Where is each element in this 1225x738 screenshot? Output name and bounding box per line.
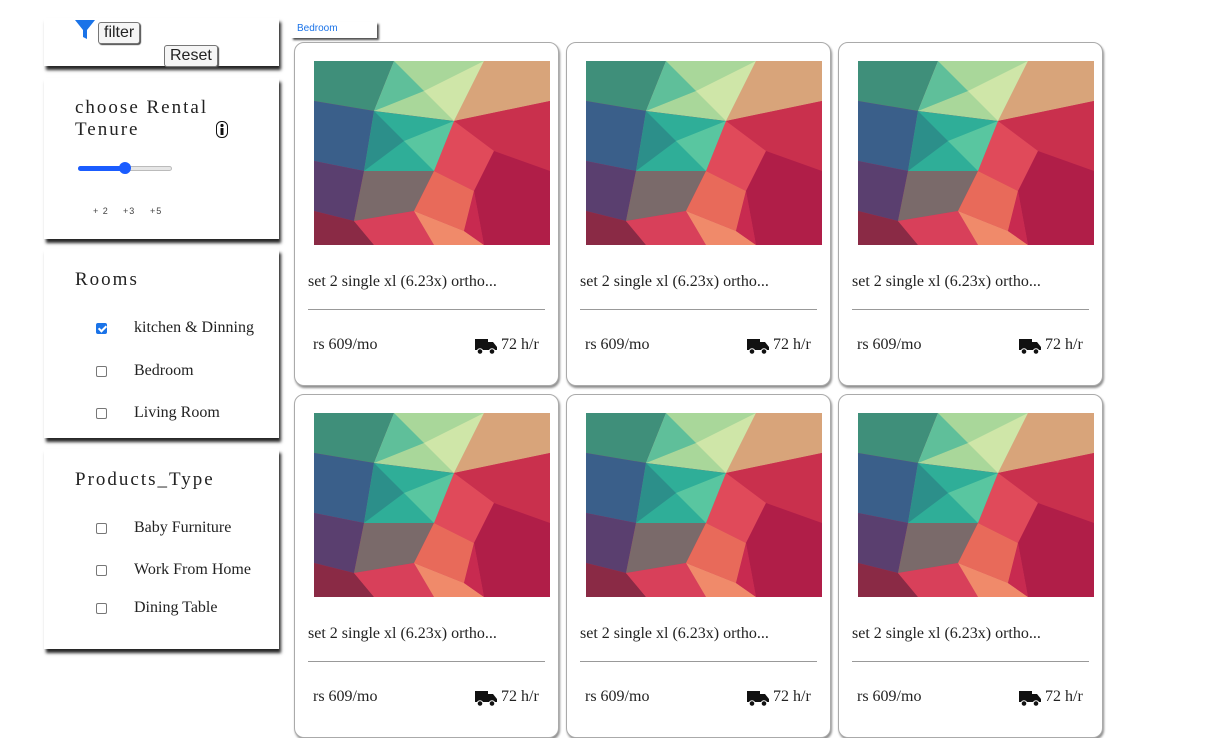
rooms-panel: Rooms kitchen & Dinning Bedroom Living R… [44, 249, 279, 438]
product-card[interactable]: set 2 single xl (6.23x) ortho... rs 609/… [294, 42, 559, 386]
slider-thumb[interactable] [119, 162, 131, 174]
product-price: rs 609/mo [585, 688, 650, 705]
truck-icon [747, 337, 769, 360]
product-price: rs 609/mo [857, 688, 922, 705]
divider [580, 661, 817, 662]
product-price: rs 609/mo [313, 688, 378, 705]
product-option-label: Dining Table [134, 599, 218, 616]
room-option-label: Living Room [134, 404, 220, 421]
products-type-title: Products_Type [75, 469, 215, 490]
info-icon[interactable] [216, 121, 228, 143]
product-option-work-from-home[interactable]: Work From Home [96, 561, 251, 579]
product-card[interactable]: set 2 single xl (6.23x) ortho... rs 609/… [294, 394, 559, 738]
divider [852, 309, 1089, 310]
product-title[interactable]: set 2 single xl (6.23x) ortho... [308, 273, 497, 291]
delivery-time: 72 h/r [1045, 688, 1083, 705]
tick-label: +5 [150, 206, 163, 216]
product-card[interactable]: set 2 single xl (6.23x) ortho... rs 609/… [838, 42, 1103, 386]
product-title[interactable]: set 2 single xl (6.23x) ortho... [580, 625, 769, 643]
product-option-baby-furniture[interactable]: Baby Furniture [96, 519, 231, 537]
funnel-icon[interactable] [75, 20, 95, 45]
truck-icon [1019, 337, 1041, 360]
product-title[interactable]: set 2 single xl (6.23x) ortho... [308, 625, 497, 643]
product-title[interactable]: set 2 single xl (6.23x) ortho... [852, 273, 1041, 291]
product-image[interactable] [858, 61, 1094, 245]
product-option-dining-table[interactable]: Dining Table [96, 599, 217, 617]
truck-icon [475, 337, 497, 360]
checkbox[interactable] [96, 602, 107, 614]
truck-icon [475, 689, 497, 712]
checkbox[interactable] [96, 564, 107, 576]
divider [580, 309, 817, 310]
truck-icon [1019, 689, 1041, 712]
delivery-time: 72 h/r [1045, 336, 1083, 353]
room-option-kitchen[interactable]: kitchen & Dinning [96, 319, 254, 337]
products-type-panel: Products_Type Baby Furniture Work From H… [44, 449, 279, 649]
tenure-title-line2: Tenure [75, 119, 140, 140]
product-image[interactable] [586, 413, 822, 597]
divider [308, 661, 545, 662]
product-image[interactable] [858, 413, 1094, 597]
tick-label: + 2 [93, 206, 109, 216]
tenure-title-line1: choose Rental [75, 97, 209, 118]
product-image[interactable] [586, 61, 822, 245]
truck-icon [747, 689, 769, 712]
checkbox[interactable] [96, 522, 107, 534]
checkbox[interactable] [96, 365, 107, 377]
product-image[interactable] [314, 413, 550, 597]
room-option-label: kitchen & Dinning [134, 319, 254, 336]
reset-button[interactable]: Reset [164, 45, 218, 67]
product-card[interactable]: set 2 single xl (6.23x) ortho... rs 609/… [838, 394, 1103, 738]
product-price: rs 609/mo [313, 336, 378, 353]
room-option-bedroom[interactable]: Bedroom [96, 362, 194, 380]
delivery-time: 72 h/r [773, 336, 811, 353]
product-card[interactable]: set 2 single xl (6.23x) ortho... rs 609/… [566, 42, 831, 386]
product-title[interactable]: set 2 single xl (6.23x) ortho... [580, 273, 769, 291]
divider [852, 661, 1089, 662]
product-price: rs 609/mo [585, 336, 650, 353]
room-option-label: Bedroom [134, 362, 194, 379]
filter-panel: filter Reset [44, 18, 279, 67]
filter-button[interactable]: filter [98, 22, 141, 44]
product-title[interactable]: set 2 single xl (6.23x) ortho... [852, 625, 1041, 643]
divider [308, 309, 545, 310]
checkbox[interactable] [96, 322, 107, 334]
delivery-time: 72 h/r [501, 688, 539, 705]
tick-label: +3 [123, 206, 136, 216]
rental-tenure-panel: choose Rental Tenure + 2 +3 +5 [44, 78, 279, 239]
checkbox[interactable] [96, 407, 107, 419]
tenure-slider[interactable] [78, 162, 172, 174]
product-option-label: Baby Furniture [134, 519, 232, 536]
product-image[interactable] [314, 61, 550, 245]
delivery-time: 72 h/r [501, 336, 539, 353]
slider-fill [78, 166, 125, 171]
delivery-time: 72 h/r [773, 688, 811, 705]
product-price: rs 609/mo [857, 336, 922, 353]
room-option-living-room[interactable]: Living Room [96, 404, 220, 422]
product-option-label: Work From Home [134, 561, 251, 578]
rooms-title: Rooms [75, 269, 139, 290]
category-tag[interactable]: Bedroom [291, 22, 377, 38]
product-card[interactable]: set 2 single xl (6.23x) ortho... rs 609/… [566, 394, 831, 738]
